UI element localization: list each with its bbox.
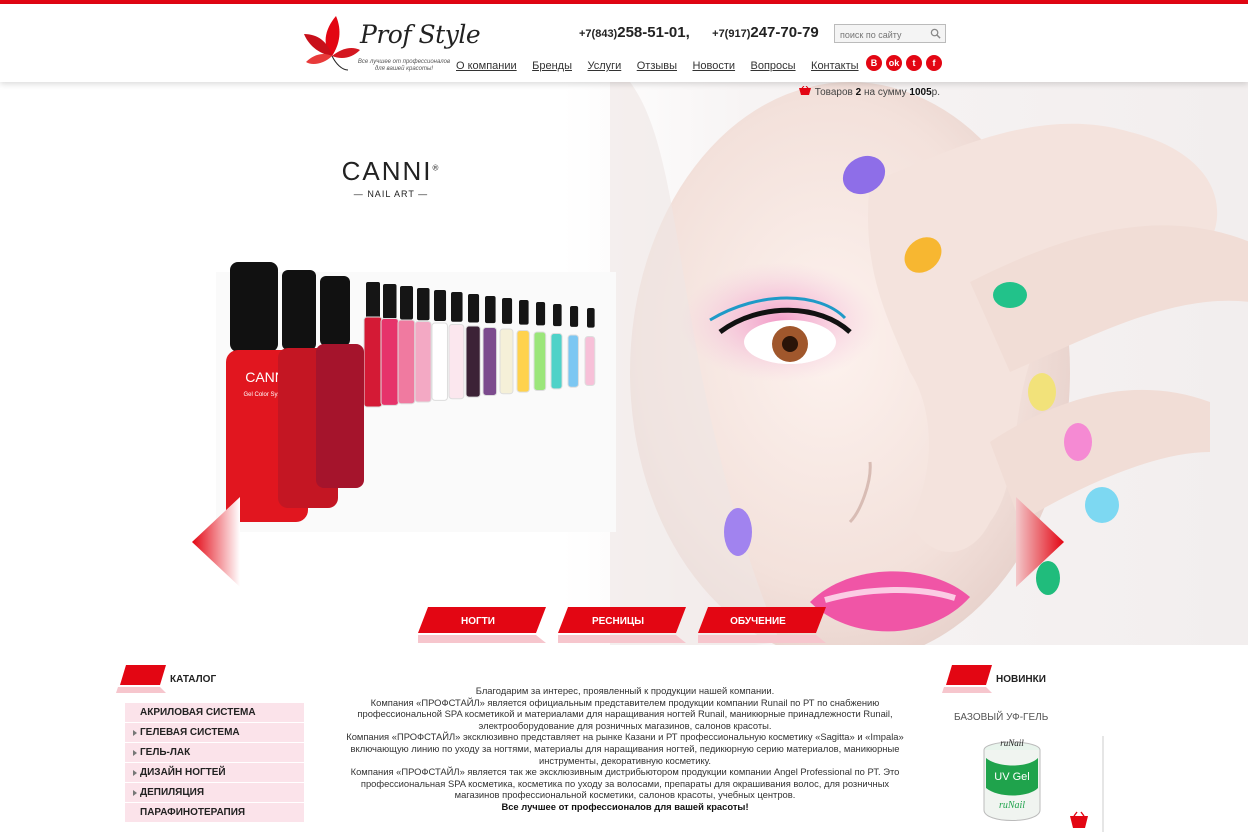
nav-services[interactable]: Услуги xyxy=(587,60,621,72)
tab-lashes[interactable]: РЕСНИЦЫ xyxy=(558,607,686,643)
cart-sum: 1005 xyxy=(909,87,932,98)
jar-label: UV Gel xyxy=(994,771,1029,783)
cart-count: 2 xyxy=(855,87,862,98)
cart-summary[interactable]: Товаров 2 на сумму 1005р. xyxy=(798,85,940,98)
catalog-title: КАТАЛОГ xyxy=(170,674,217,685)
tab-nails[interactable]: НОГТИ xyxy=(418,607,546,643)
slider-prev-arrow[interactable] xyxy=(192,497,240,587)
cart-prefix: Товаров xyxy=(814,87,853,98)
catalog-item-paraffin[interactable]: ПАРАФИНОТЕРАПИЯ xyxy=(125,803,304,823)
tab-lashes-label: РЕСНИЦЫ xyxy=(591,616,645,627)
phone-code-1: +7(843) xyxy=(579,28,618,40)
canni-brand-logo: CANNI® — NAIL ART — xyxy=(336,156,446,199)
novelties-title: НОВИНКИ xyxy=(996,674,1046,685)
logo-name: Prof Style xyxy=(360,20,481,49)
phone-number-1[interactable]: 258-51-01, xyxy=(617,24,690,41)
cart-middle: на сумму xyxy=(864,87,907,98)
gel-polish-bottles-image: CANNI Gel Color System xyxy=(216,262,616,532)
main-nav: О компании Бренды Услуги Отзывы Новости … xyxy=(456,56,870,74)
canni-subtitle: — NAIL ART — xyxy=(353,189,429,199)
search-icon[interactable] xyxy=(930,28,941,39)
tab-nails-label: НОГТИ xyxy=(461,616,495,627)
about-line-1: Благодарим за интерес, проявленный к про… xyxy=(475,685,775,696)
about-line-3: Компания «ПРОФСТАЙЛ» эксклюзивно предста… xyxy=(346,731,904,766)
novelties-header-decor xyxy=(942,665,992,693)
catalog-item-nail-design[interactable]: ДИЗАЙН НОГТЕЙ xyxy=(125,763,304,783)
novelties-header: НОВИНКИ xyxy=(942,665,1062,695)
about-text: Благодарим за интерес, проявленный к про… xyxy=(340,685,910,813)
catalog-header: КАТАЛОГ xyxy=(116,665,216,695)
flower-logo-icon xyxy=(304,16,360,71)
search-box xyxy=(834,24,946,44)
odnoklassniki-icon[interactable]: ok xyxy=(886,55,902,71)
canni-title: CANNI® xyxy=(341,156,441,186)
chevron-right-icon xyxy=(133,730,137,736)
search-input[interactable] xyxy=(835,26,927,44)
chevron-right-icon xyxy=(133,750,137,756)
catalog-list: АКРИЛОВАЯ СИСТЕМА ГЕЛЕВАЯ СИСТЕМА ГЕЛЬ-Л… xyxy=(125,703,304,823)
social-links: В ok t f xyxy=(866,55,942,71)
catalog-item-depilation[interactable]: ДЕПИЛЯЦИЯ xyxy=(125,783,304,803)
nav-contacts[interactable]: Контакты xyxy=(811,60,859,72)
new-product-title[interactable]: БАЗОВЫЙ УФ-ГЕЛЬ xyxy=(954,712,1048,723)
catalog-item-gel-polish[interactable]: ГЕЛЬ-ЛАК xyxy=(125,743,304,763)
tab-training-label: ОБУЧЕНИЕ xyxy=(730,616,786,627)
site-header: Prof Style Все лучшее от профессионалов … xyxy=(0,4,1248,82)
tab-training[interactable]: ОБУЧЕНИЕ xyxy=(698,607,826,643)
model-face-image xyxy=(610,82,1248,645)
basket-icon xyxy=(799,85,811,95)
nav-news[interactable]: Новости xyxy=(692,60,735,72)
chevron-right-icon xyxy=(133,790,137,796)
about-line-2: Компания «ПРОФСТАЙЛ» является официальны… xyxy=(357,696,893,731)
logo-tagline: Все лучшее от профессионалов для вашей к… xyxy=(357,59,451,72)
vk-icon[interactable]: В xyxy=(866,55,882,71)
twitter-icon[interactable]: t xyxy=(906,55,922,71)
slider-next-arrow[interactable] xyxy=(1016,497,1064,587)
jar-brand-top: ruNail xyxy=(1000,738,1024,748)
jar-brand-bottom: ruNail xyxy=(999,800,1025,811)
nav-reviews[interactable]: Отзывы xyxy=(637,60,677,72)
nav-questions[interactable]: Вопросы xyxy=(751,60,796,72)
hero-banner: CANNI® — NAIL ART — CANNI Gel Color Syst… xyxy=(0,82,1248,645)
nav-brands[interactable]: Бренды xyxy=(532,60,572,72)
nav-about[interactable]: О компании xyxy=(456,60,517,72)
catalog-header-decor xyxy=(116,665,166,693)
phone-number-2[interactable]: 247-70-79 xyxy=(750,24,818,41)
phone-code-2: +7(917) xyxy=(712,28,751,40)
catalog-item-acrylic[interactable]: АКРИЛОВАЯ СИСТЕМА xyxy=(125,703,304,723)
facebook-icon[interactable]: f xyxy=(926,55,942,71)
category-tabs: НОГТИ РЕСНИЦЫ ОБУЧЕНИЕ xyxy=(418,607,826,643)
about-closing: Все лучшее от профессионалов для вашей к… xyxy=(501,800,749,812)
phone-numbers: +7(843)258-51-01, +7(917)247-70-79 xyxy=(579,24,819,41)
chevron-right-icon xyxy=(133,770,137,776)
uv-gel-jar-image[interactable]: ruNail UV Gel ruNail xyxy=(948,728,1106,832)
catalog-item-gel[interactable]: ГЕЛЕВАЯ СИСТЕМА xyxy=(125,723,304,743)
cart-suffix: р. xyxy=(931,87,940,98)
about-line-4: Компания «ПРОФСТАЙЛ» является так же экс… xyxy=(350,766,900,801)
logo[interactable]: Prof Style Все лучшее от профессионалов … xyxy=(302,10,481,80)
